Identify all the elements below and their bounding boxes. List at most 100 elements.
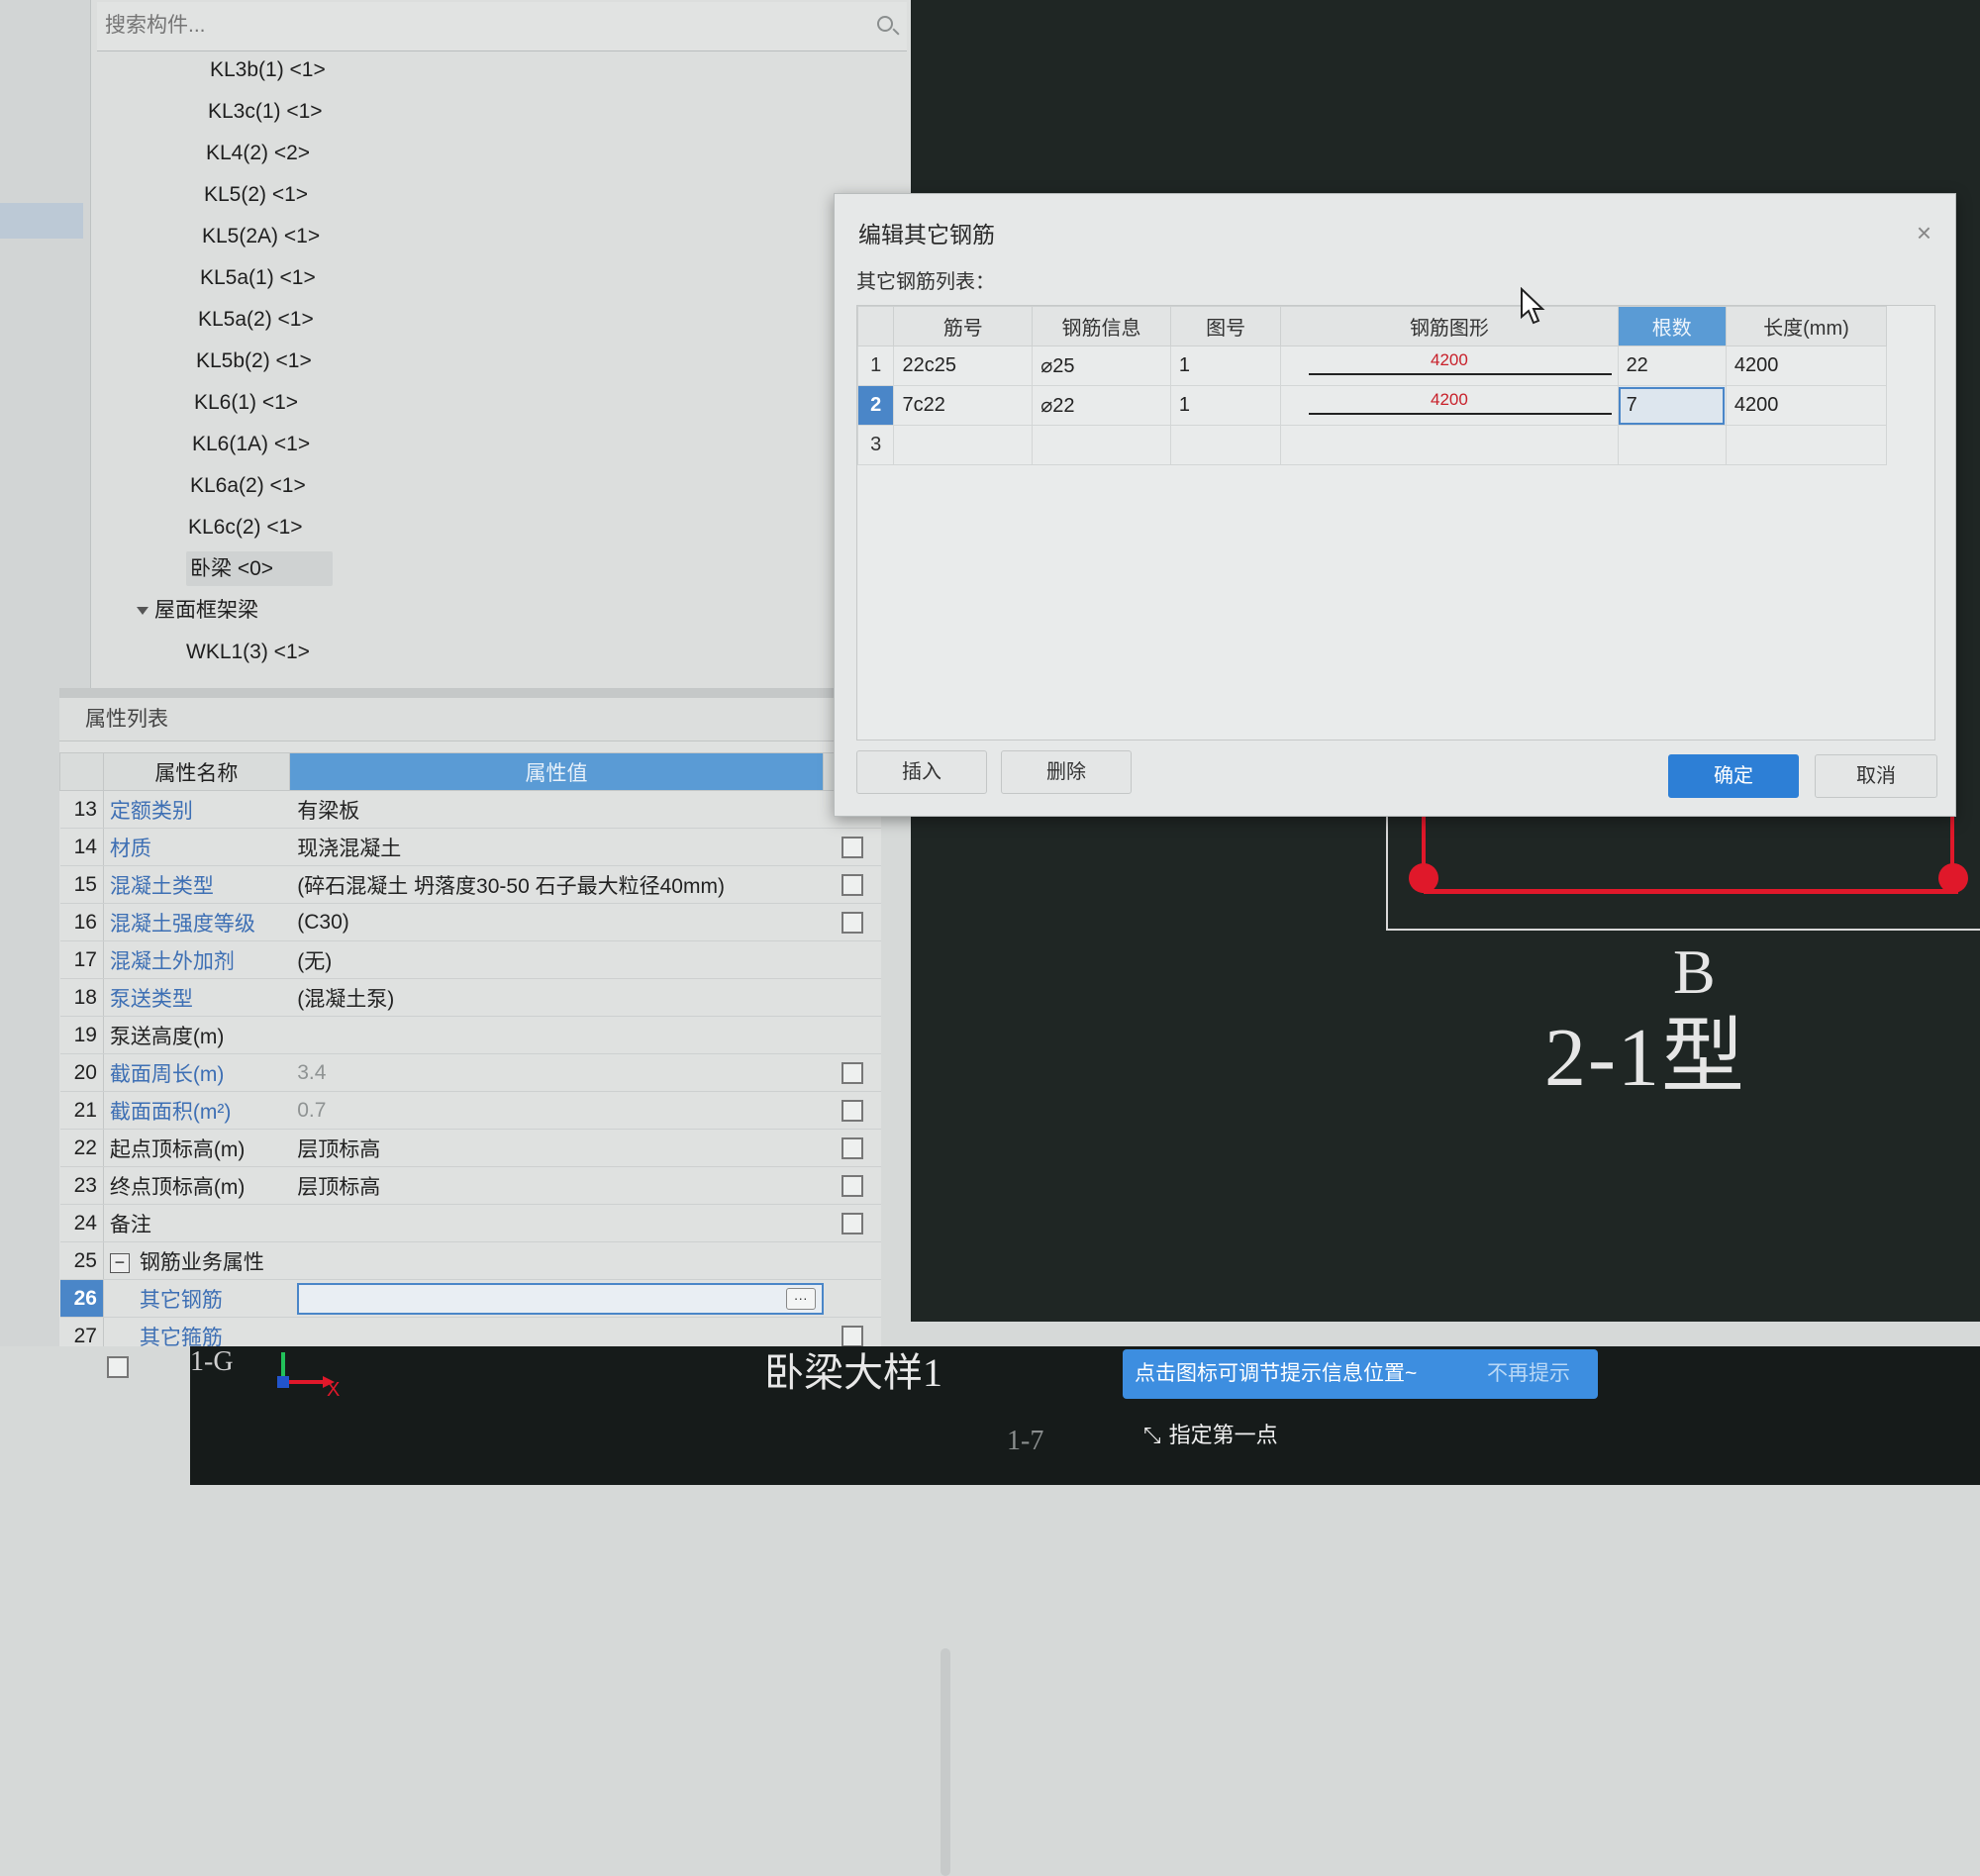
rebar-count-cell[interactable] bbox=[1617, 425, 1727, 465]
property-value[interactable]: (C30) bbox=[289, 903, 824, 941]
property-row[interactable]: 24 备注 bbox=[59, 1204, 881, 1242]
tree-item-selected[interactable]: 卧梁 <0> bbox=[91, 548, 913, 590]
property-value[interactable]: 3.4 bbox=[289, 1053, 824, 1092]
rebar-info-cell[interactable]: ⌀25 bbox=[1032, 346, 1171, 386]
tree-item[interactable]: KL3b(1) <1> bbox=[91, 49, 913, 91]
close-icon[interactable]: × bbox=[1917, 218, 1931, 248]
property-value[interactable]: (碎石混凝土 坍落度30-50 石子最大粒径40mm) bbox=[289, 865, 824, 904]
cancel-button[interactable]: 取消 bbox=[1815, 754, 1937, 798]
rebar-row[interactable]: 1 22c25 ⌀25 1 4200 22 4200 bbox=[856, 346, 1888, 386]
property-row[interactable]: 19 泵送高度(m) bbox=[59, 1016, 881, 1054]
ellipsis-icon[interactable]: ··· bbox=[785, 1287, 816, 1310]
attach-checkbox[interactable] bbox=[841, 1136, 863, 1159]
tree-item[interactable]: KL4(2) <2> bbox=[91, 133, 913, 174]
property-row[interactable]: 23 终点顶标高(m) 层顶标高 bbox=[59, 1166, 881, 1205]
property-row[interactable]: 13 定额类别 有梁板 bbox=[59, 790, 881, 829]
caret-down-icon[interactable] bbox=[137, 607, 148, 616]
property-name: 截面周长(m) bbox=[103, 1053, 290, 1092]
attach-checkbox[interactable] bbox=[841, 1174, 863, 1197]
tree-item[interactable]: KL5b(2) <1> bbox=[91, 341, 913, 382]
rebar-length-cell[interactable] bbox=[1725, 425, 1888, 465]
tree-item[interactable]: KL6(1) <1> bbox=[91, 382, 913, 424]
rebar-figure-cell[interactable]: 1 bbox=[1169, 346, 1282, 386]
property-row[interactable]: 21 截面面积(m²) 0.7 bbox=[59, 1091, 881, 1130]
row-number: 16 bbox=[59, 903, 104, 941]
rebar-code-cell[interactable]: 7c22 bbox=[893, 385, 1034, 426]
rebar-line bbox=[1424, 889, 1958, 894]
row-number: 19 bbox=[59, 1016, 104, 1054]
row-number: 18 bbox=[59, 978, 104, 1017]
property-row[interactable]: 18 泵送类型 (混凝土泵) bbox=[59, 978, 881, 1017]
rebar-figure-cell[interactable]: 1 bbox=[1169, 385, 1282, 426]
rebar-length-cell[interactable]: 4200 bbox=[1725, 385, 1888, 426]
property-value[interactable]: (无) bbox=[289, 940, 824, 979]
property-row-active[interactable]: 26 其它钢筋 ··· bbox=[59, 1279, 881, 1318]
rebar-info-cell[interactable] bbox=[1032, 425, 1171, 465]
rebar-shape-cell[interactable]: 4200 bbox=[1280, 346, 1619, 386]
tree-item[interactable]: KL6(1A) <1> bbox=[91, 424, 913, 465]
attach-checkbox[interactable] bbox=[841, 1061, 863, 1084]
property-name-header: 属性名称 bbox=[102, 752, 290, 791]
property-group-row[interactable]: 25− 钢筋业务属性 bbox=[59, 1241, 881, 1280]
property-value[interactable]: (混凝土泵) bbox=[289, 978, 824, 1017]
attach-checkbox[interactable] bbox=[841, 873, 863, 896]
property-value[interactable]: 层顶标高 bbox=[289, 1166, 824, 1205]
rebar-count-cell[interactable]: 22 bbox=[1617, 346, 1727, 386]
property-value[interactable] bbox=[289, 1016, 824, 1054]
dialog-subtitle: 其它钢筋列表： bbox=[856, 271, 995, 293]
tree-item[interactable]: KL5a(2) <1> bbox=[91, 299, 913, 341]
attach-checkbox[interactable] bbox=[841, 836, 863, 858]
property-row[interactable]: 15 混凝土类型 (碎石混凝土 坍落度30-50 石子最大粒径40mm) bbox=[59, 865, 881, 904]
property-row[interactable]: 22 起点顶标高(m) 层顶标高 bbox=[59, 1129, 881, 1167]
hint-dismiss-link[interactable]: 不再提示 bbox=[1487, 1349, 1570, 1399]
property-value[interactable]: ··· bbox=[289, 1279, 824, 1318]
property-scrollbar[interactable] bbox=[940, 1648, 950, 1876]
property-row[interactable]: 14 材质 现浇混凝土 bbox=[59, 828, 881, 866]
tree-item[interactable]: KL3c(1) <1> bbox=[91, 91, 913, 133]
rebar-table-container: 筋号 钢筋信息 图号 钢筋图形 根数 长度(mm) 1 22c25 ⌀25 1 4200… bbox=[856, 305, 1935, 741]
cad-canvas-lower[interactable]: 1-G X 卧梁大样1 1-7 bbox=[190, 1346, 1980, 1485]
rebar-row[interactable]: 2 7c22 ⌀22 1 4200 7 4200 bbox=[856, 385, 1888, 426]
row-number: 15 bbox=[59, 865, 104, 904]
property-value[interactable] bbox=[289, 1204, 824, 1242]
search-input[interactable] bbox=[105, 8, 857, 44]
property-row[interactable]: 17 混凝土外加剂 (无) bbox=[59, 940, 881, 979]
tree-item[interactable]: WKL1(3) <1> bbox=[91, 632, 913, 673]
tree-item[interactable]: KL5(2A) <1> bbox=[91, 216, 913, 257]
delete-button[interactable]: 删除 bbox=[1001, 750, 1132, 794]
property-row[interactable]: 20 截面周长(m) 3.4 bbox=[59, 1053, 881, 1092]
rebar-code-cell[interactable]: 22c25 bbox=[893, 346, 1034, 386]
search-icon[interactable] bbox=[877, 16, 893, 32]
attach-checkbox[interactable] bbox=[841, 911, 863, 934]
collapse-icon[interactable]: − bbox=[109, 1252, 130, 1273]
rebar-code-cell[interactable] bbox=[893, 425, 1034, 465]
attach-checkbox[interactable] bbox=[841, 1099, 863, 1122]
hint-banner[interactable]: 点击图标可调节提示信息位置~ 不再提示 bbox=[1123, 1349, 1598, 1399]
rebar-count-cell[interactable]: 7 bbox=[1617, 385, 1727, 426]
rebar-length-cell[interactable]: 4200 bbox=[1725, 346, 1888, 386]
left-nav-selected[interactable] bbox=[0, 203, 83, 239]
insert-button[interactable]: 插入 bbox=[856, 750, 987, 794]
tree-item[interactable]: KL5(2) <1> bbox=[91, 174, 913, 216]
tree-group-roof-frame-beam[interactable]: 屋面框架梁 bbox=[91, 590, 913, 632]
checkbox[interactable] bbox=[107, 1356, 129, 1378]
rebar-row[interactable]: 3 bbox=[856, 425, 1888, 465]
rebar-shape-cell[interactable] bbox=[1280, 425, 1619, 465]
ok-button[interactable]: 确定 bbox=[1668, 754, 1799, 798]
property-value[interactable]: 有梁板 bbox=[289, 790, 824, 829]
tree-item[interactable]: KL5a(1) <1> bbox=[91, 257, 913, 299]
property-row[interactable]: 16 混凝土强度等级 (C30) bbox=[59, 903, 881, 941]
property-value[interactable]: 现浇混凝土 bbox=[289, 828, 824, 866]
other-rebar-input[interactable]: ··· bbox=[297, 1282, 824, 1315]
property-value[interactable]: 层顶标高 bbox=[289, 1129, 824, 1167]
rebar-info-cell[interactable]: ⌀22 bbox=[1032, 385, 1171, 426]
attach-checkbox[interactable] bbox=[841, 1212, 863, 1234]
rebar-figure-cell[interactable] bbox=[1169, 425, 1282, 465]
rebar-shape-cell[interactable]: 4200 bbox=[1280, 385, 1619, 426]
property-name: 混凝土外加剂 bbox=[103, 940, 290, 979]
tree-item-label: KL6a(2) <1> bbox=[190, 474, 306, 497]
shape-length-label: 4200 bbox=[1431, 390, 1468, 409]
tree-item[interactable]: KL6a(2) <1> bbox=[91, 465, 913, 507]
tree-item[interactable]: KL6c(2) <1> bbox=[91, 507, 913, 548]
property-value[interactable]: 0.7 bbox=[289, 1091, 824, 1130]
